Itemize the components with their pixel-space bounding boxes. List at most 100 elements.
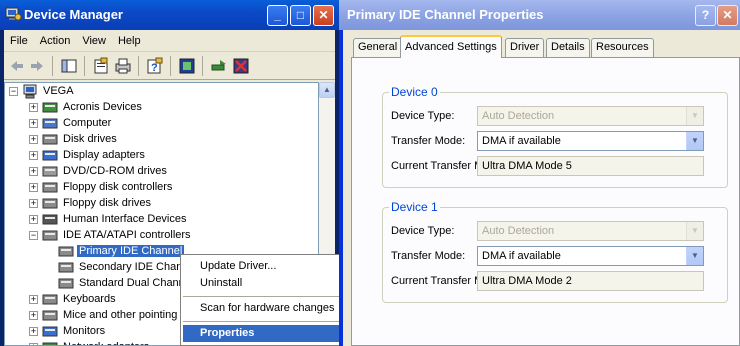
- expand-toggle[interactable]: +: [29, 311, 38, 320]
- device-category-icon: [42, 166, 58, 177]
- tab-general[interactable]: General: [353, 38, 403, 57]
- tree-item-label: Acronis Devices: [63, 101, 142, 113]
- help-icon[interactable]: ?: [146, 57, 164, 75]
- device-0-type-select: Auto Detection ▼: [477, 106, 704, 126]
- update-driver-icon[interactable]: [210, 57, 228, 75]
- forward-icon[interactable]: [28, 57, 46, 75]
- close-button[interactable]: ✕: [313, 5, 334, 26]
- device-1-transfer-mode-value: DMA if available: [482, 250, 561, 262]
- tree-item-label: Standard Dual Chann: [79, 277, 185, 289]
- expand-toggle[interactable]: +: [29, 327, 38, 336]
- expand-toggle[interactable]: +: [29, 167, 38, 176]
- menu-item-update-driver[interactable]: Update Driver...: [183, 258, 339, 275]
- expand-toggle[interactable]: +: [29, 295, 38, 304]
- device-category-icon: [42, 342, 58, 345]
- tab-driver[interactable]: Driver: [505, 38, 545, 57]
- context-menu: Update Driver... Uninstall Scan for hard…: [180, 254, 339, 346]
- tree-item-label: Human Interface Devices: [63, 213, 187, 225]
- menu-action[interactable]: Action: [34, 30, 77, 47]
- menu-view[interactable]: View: [76, 30, 112, 47]
- tree-item-label: Primary IDE Channel: [77, 245, 185, 257]
- device-1-group-title: Device 1: [389, 200, 440, 214]
- expand-toggle[interactable]: +: [29, 103, 38, 112]
- device-1-type-select: Auto Detection ▼: [477, 221, 704, 241]
- toolbar-separator: [52, 56, 53, 76]
- expand-toggle[interactable]: +: [29, 135, 38, 144]
- device-category-icon: [42, 182, 58, 193]
- device-0-transfer-mode-value: DMA if available: [482, 135, 561, 147]
- chevron-down-icon: ▼: [686, 107, 703, 125]
- scroll-up-button[interactable]: ▲: [319, 82, 335, 98]
- device-category-icon: [58, 262, 74, 273]
- back-icon[interactable]: [8, 57, 26, 75]
- device-0-group-title: Device 0: [389, 85, 440, 99]
- collapse-toggle[interactable]: −: [29, 231, 38, 240]
- tree-item-label: Floppy disk controllers: [63, 181, 173, 193]
- menu-separator: [183, 296, 339, 297]
- tree-item-label: Secondary IDE Chann: [79, 261, 189, 273]
- toolbar: ?: [4, 52, 335, 80]
- menu-item-scan-hardware[interactable]: Scan for hardware changes: [183, 300, 339, 317]
- tab-advanced-settings[interactable]: Advanced Settings: [400, 35, 502, 58]
- device-1-transfer-mode-select[interactable]: DMA if available ▼: [477, 246, 704, 266]
- collapse-toggle[interactable]: −: [9, 87, 18, 96]
- minimize-button[interactable]: _: [267, 5, 288, 26]
- device-category-icon: [42, 102, 58, 113]
- expand-toggle[interactable]: +: [29, 183, 38, 192]
- device-1-transfer-mode-label: Transfer Mode:: [391, 250, 466, 262]
- svg-text:?: ?: [151, 62, 158, 74]
- uninstall-icon[interactable]: [232, 57, 250, 75]
- tree-item-label: Keyboards: [63, 293, 116, 305]
- tree-item-label: Monitors: [63, 325, 106, 337]
- device-manager-title-bar[interactable]: Device Manager _ □ ✕: [0, 0, 339, 30]
- chevron-down-icon[interactable]: ▼: [686, 132, 703, 150]
- device-0-transfer-mode-select[interactable]: DMA if available ▼: [477, 131, 704, 151]
- expand-toggle[interactable]: +: [29, 199, 38, 208]
- device-1-type-label: Device Type:: [391, 225, 455, 237]
- device-1-group: Device 1 Device Type: Auto Detection ▼ T…: [382, 200, 728, 303]
- properties-icon[interactable]: [92, 57, 110, 75]
- device-category-icon: [42, 214, 58, 225]
- device-category-icon: [42, 118, 58, 129]
- device-category-icon: [58, 278, 74, 289]
- device-0-current-mode-field: Ultra DMA Mode 5: [477, 156, 704, 176]
- tree-item-label: Mice and other pointing d: [63, 309, 187, 321]
- menu-separator: [183, 321, 339, 322]
- dialog-close-button[interactable]: ✕: [717, 5, 738, 26]
- device-1-type-value: Auto Detection: [482, 225, 555, 237]
- scan-hardware-icon[interactable]: [178, 57, 196, 75]
- device-category-icon: [42, 150, 58, 161]
- properties-title-bar[interactable]: Primary IDE Channel Properties ? ✕: [339, 0, 740, 30]
- device-0-current-mode-value: Ultra DMA Mode 5: [482, 160, 572, 172]
- menu-item-uninstall[interactable]: Uninstall: [183, 275, 339, 292]
- maximize-button[interactable]: □: [290, 5, 311, 26]
- toolbar-separator: [202, 56, 203, 76]
- tab-resources[interactable]: Resources: [591, 38, 654, 57]
- device-category-icon: [42, 310, 58, 321]
- device-manager-title: Device Manager: [24, 7, 123, 22]
- device-manager-window: Device Manager _ □ ✕ File Action View Help …: [0, 0, 339, 346]
- print-icon[interactable]: [114, 57, 132, 75]
- tree-root-label: VEGA: [43, 85, 74, 97]
- device-1-current-mode-field: Ultra DMA Mode 2: [477, 271, 704, 291]
- menu-file[interactable]: File: [4, 30, 34, 47]
- toolbar-separator: [138, 56, 139, 76]
- device-category-icon: [42, 198, 58, 209]
- toolbar-separator: [84, 56, 85, 76]
- expand-toggle[interactable]: +: [29, 215, 38, 224]
- help-button[interactable]: ?: [695, 5, 716, 26]
- device-0-transfer-mode-label: Transfer Mode:: [391, 135, 466, 147]
- device-0-group: Device 0 Device Type: Auto Detection ▼ T…: [382, 85, 728, 188]
- menu-item-properties[interactable]: Properties: [183, 325, 339, 342]
- device-category-icon: [42, 230, 58, 241]
- tab-details[interactable]: Details: [546, 38, 590, 57]
- show-hide-tree-icon[interactable]: [60, 57, 78, 75]
- menu-help[interactable]: Help: [112, 30, 147, 47]
- tree-item-label: Network adapters: [61, 341, 151, 345]
- tree-item-label: Computer: [63, 117, 112, 129]
- expand-toggle[interactable]: +: [29, 119, 38, 128]
- properties-dialog: Primary IDE Channel Properties ? ✕ Gener…: [339, 0, 740, 346]
- expand-toggle[interactable]: +: [29, 151, 38, 160]
- chevron-down-icon[interactable]: ▼: [686, 247, 703, 265]
- tree-item-label: DVD/CD-ROM drives: [63, 165, 167, 177]
